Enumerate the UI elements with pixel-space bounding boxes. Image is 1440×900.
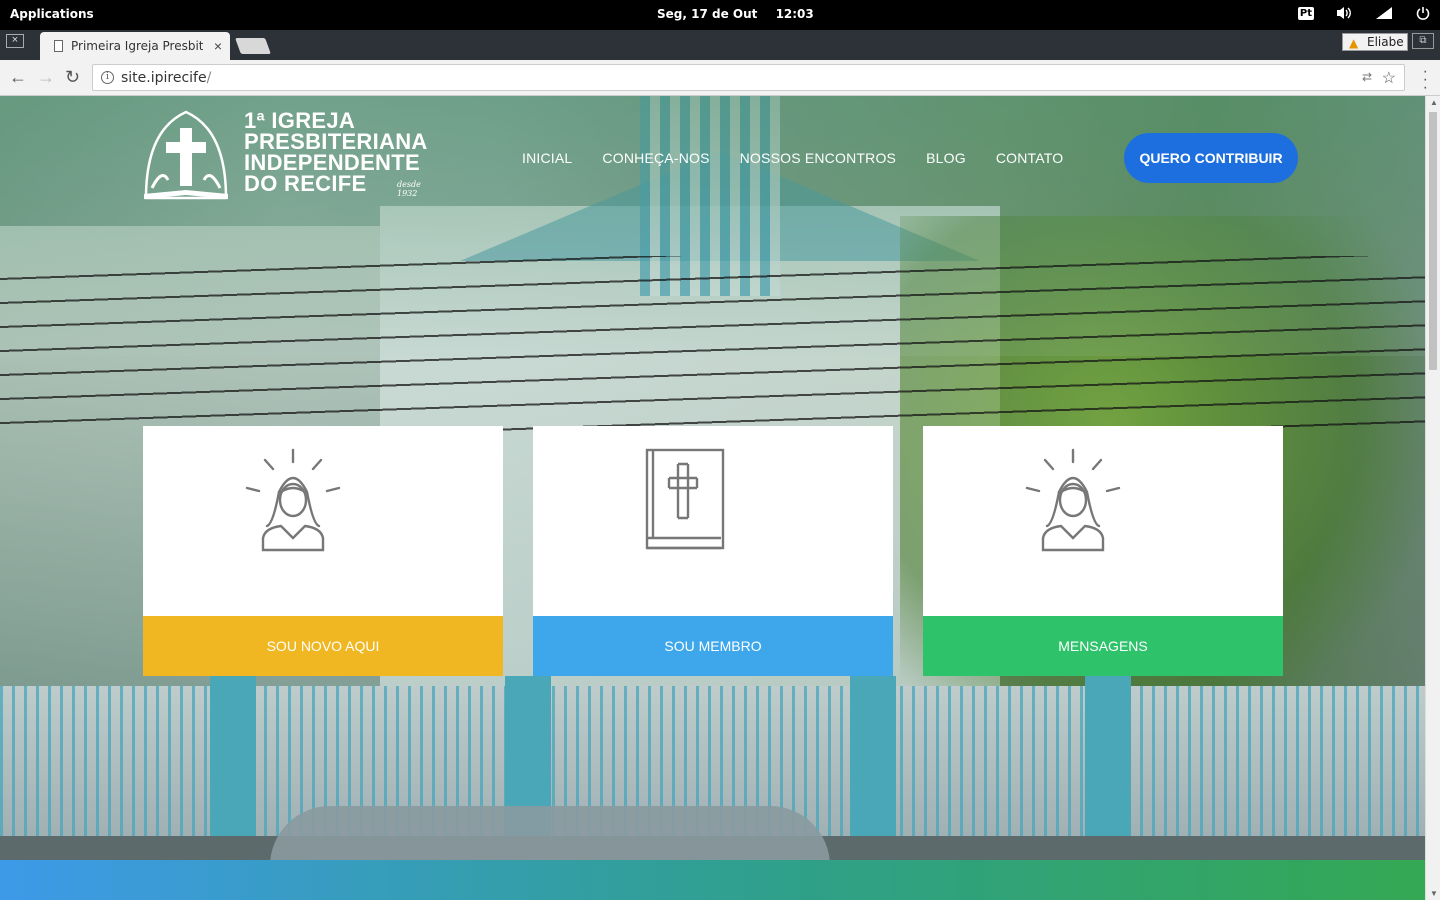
card-sou-novo-aqui[interactable]: SOU NOVO AQUI (143, 426, 503, 676)
nav-blog[interactable]: BLOG (926, 150, 966, 166)
browser-tab-strip: × Primeira Igreja Presbiteriana × ▲ Elia… (0, 30, 1440, 60)
tab-close-icon[interactable]: × (214, 38, 222, 54)
back-arrow-icon[interactable]: ← (9, 68, 27, 86)
site-info-icon[interactable]: i (101, 71, 114, 84)
system-tray: Pt (1297, 5, 1430, 21)
browser-menu-icon[interactable]: · · · (1423, 64, 1428, 96)
page-scrollbar[interactable]: ▲ ▼ (1425, 96, 1440, 900)
hero-section: 1ª IGREJA PRESBITERIANA INDEPENDENTE DO … (0, 96, 1425, 900)
scroll-down-arrow-icon[interactable]: ▼ (1430, 889, 1438, 898)
nav-contato[interactable]: CONTATO (996, 150, 1064, 166)
nav-inicial[interactable]: INICIAL (522, 150, 572, 166)
url-text: site.ipirecife/ (121, 70, 212, 86)
card-mensagens[interactable]: MENSAGENS (923, 426, 1283, 676)
nav-nossos-encontros[interactable]: NOSSOS ENCONTROS (740, 150, 896, 166)
browser-tab[interactable]: Primeira Igreja Presbiteriana × (40, 32, 230, 60)
forward-arrow-icon[interactable]: → (37, 68, 55, 86)
warning-icon: ▲ (1349, 36, 1359, 50)
contribute-button[interactable]: QUERO CONTRIBUIR (1124, 133, 1298, 183)
power-icon[interactable] (1416, 6, 1430, 20)
church-logo[interactable]: 1ª IGREJA PRESBITERIANA INDEPENDENTE DO … (142, 110, 442, 205)
logo-line-3: INDEPENDENTE (244, 150, 420, 175)
page-favicon-icon (54, 40, 63, 52)
clock-time: 12:03 (775, 7, 814, 21)
window-restore-button[interactable]: ⧉ (1412, 33, 1434, 49)
system-top-bar: Applications Seg, 17 de Out 12:03 Pt (0, 0, 1440, 30)
browser-toolbar: ← → ↻ i site.ipirecife/ ⇄ ☆ · · · (0, 60, 1440, 96)
nav-conheca-nos[interactable]: CONHEÇA-NOS (602, 150, 709, 166)
reload-icon[interactable]: ↻ (65, 68, 80, 86)
logo-line-1: 1ª IGREJA (244, 108, 356, 133)
network-icon[interactable] (1374, 5, 1394, 21)
logo-line-4: DO RECIFE (244, 171, 367, 196)
tab-title: Primeira Igreja Presbiteriana (71, 39, 203, 53)
translate-icon[interactable]: ⇄ (1362, 70, 1372, 84)
logo-line-2: PRESBITERIANA (244, 129, 428, 154)
keyboard-layout-indicator[interactable]: Pt (1297, 6, 1314, 20)
card-label: SOU NOVO AQUI (143, 616, 503, 676)
person-light-icon (1025, 448, 1121, 552)
bookmark-star-icon[interactable]: ☆ (1382, 68, 1396, 88)
profile-button[interactable]: ▲ Eliabe (1342, 33, 1408, 51)
card-label: MENSAGENS (923, 616, 1283, 676)
address-bar[interactable]: i site.ipirecife/ ⇄ ☆ (92, 64, 1405, 91)
window-close-button[interactable]: × (6, 34, 24, 48)
hero-background-wires (0, 256, 1425, 436)
profile-name: Eliabe (1367, 35, 1404, 49)
applications-menu[interactable]: Applications (10, 7, 94, 21)
scroll-up-arrow-icon[interactable]: ▲ (1430, 98, 1438, 107)
new-tab-button[interactable] (235, 38, 271, 54)
clock[interactable]: Seg, 17 de Out 12:03 (657, 7, 828, 21)
volume-icon[interactable] (1336, 6, 1352, 20)
next-section-band (0, 860, 1425, 900)
card-sou-membro[interactable]: SOU MEMBRO (533, 426, 893, 676)
person-light-icon (245, 448, 341, 552)
logo-since: desde 1932 (397, 180, 421, 198)
main-nav: INICIAL CONHEÇA-NOS NOSSOS ENCONTROS BLO… (522, 150, 1063, 166)
card-label: SOU MEMBRO (533, 616, 893, 676)
scrollbar-thumb[interactable] (1429, 112, 1437, 370)
clock-date: Seg, 17 de Out (657, 7, 758, 21)
bible-icon (645, 448, 725, 550)
church-emblem-icon (144, 110, 228, 200)
